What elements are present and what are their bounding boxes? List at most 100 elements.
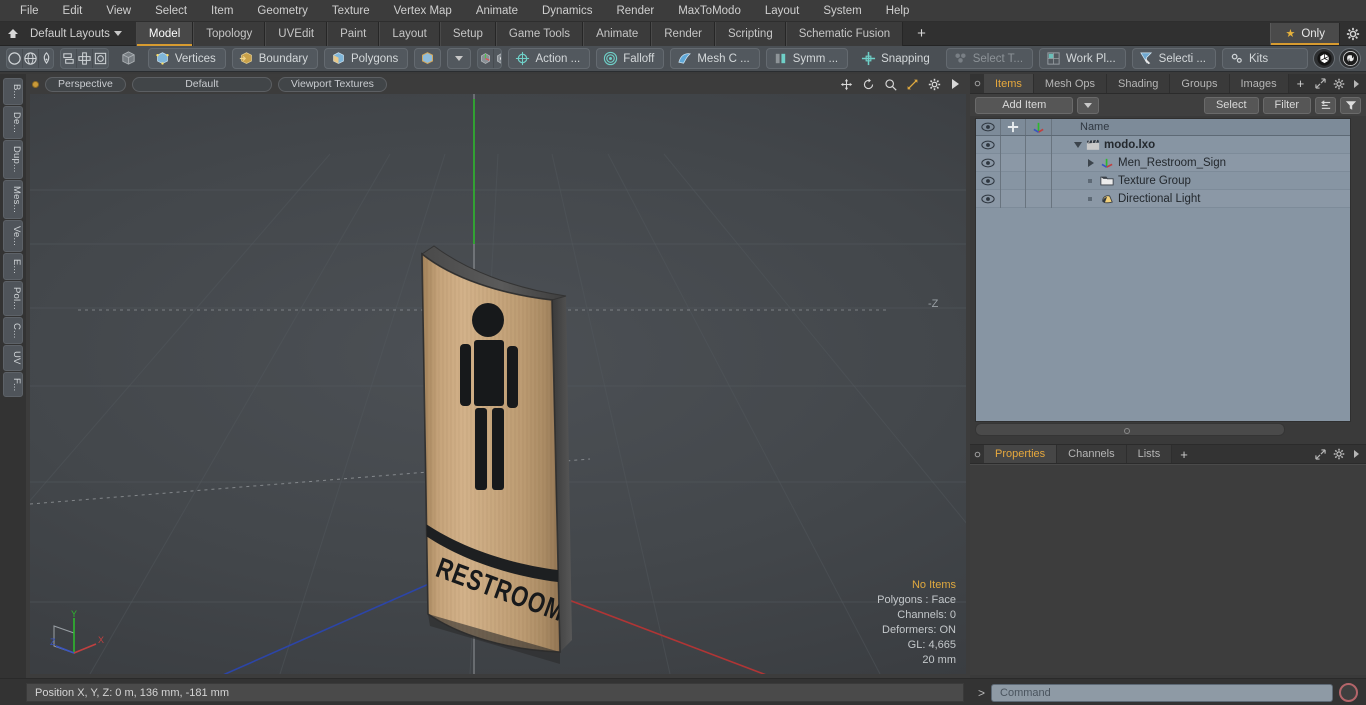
add-item-button[interactable]: Add Item bbox=[975, 96, 1074, 114]
row-visibility-toggle[interactable] bbox=[976, 189, 1001, 208]
selection-set-button[interactable]: Selecti ... bbox=[1131, 48, 1216, 69]
tab-uvedit[interactable]: UVEdit bbox=[265, 21, 328, 46]
viewport-menu-dot[interactable] bbox=[32, 80, 39, 88]
tree-item-mesh[interactable]: Men_Restroom_Sign bbox=[1052, 157, 1350, 169]
viewport-canvas[interactable]: RESTROOM -Z No Items Polygons : Face Cha… bbox=[30, 94, 966, 674]
play-arrow-icon[interactable] bbox=[950, 78, 960, 90]
menu-item-system[interactable]: System bbox=[811, 0, 873, 22]
items-add-tab-button[interactable]: + bbox=[1289, 74, 1313, 93]
tree-item-scene[interactable]: modo.lxo bbox=[1052, 139, 1350, 151]
vtab-curve[interactable]: C... bbox=[3, 316, 23, 345]
only-toggle-button[interactable]: ★ Only bbox=[1270, 22, 1340, 45]
work-plane-button[interactable]: Work Pl... bbox=[1039, 48, 1126, 69]
select-button[interactable]: Select bbox=[1203, 96, 1259, 114]
chevron-right-icon[interactable] bbox=[1352, 449, 1360, 459]
menu-item-maxtomodo[interactable]: MaxToModo bbox=[666, 0, 753, 22]
menu-item-dynamics[interactable]: Dynamics bbox=[530, 0, 604, 22]
menu-item-geometry[interactable]: Geometry bbox=[245, 0, 320, 22]
kits-button[interactable]: Kits bbox=[1222, 48, 1308, 69]
fit-icon[interactable] bbox=[906, 78, 919, 91]
home-up-icon[interactable] bbox=[0, 23, 26, 45]
expander-down-icon[interactable] bbox=[1074, 141, 1082, 148]
vtab-edge[interactable]: E... bbox=[3, 252, 23, 280]
table-row[interactable]: Directional Light bbox=[976, 189, 1350, 208]
scrollbar-grip[interactable] bbox=[1124, 428, 1130, 434]
menu-item-render[interactable]: Render bbox=[604, 0, 666, 22]
vtab-vertex[interactable]: Ve... bbox=[3, 219, 23, 252]
tab-scripting[interactable]: Scripting bbox=[714, 21, 786, 46]
vtab-basic[interactable]: B... bbox=[3, 78, 23, 106]
default-layouts-dropdown[interactable]: Default Layouts bbox=[26, 28, 130, 40]
tab-lists[interactable]: Lists bbox=[1126, 445, 1173, 463]
viewport-display-mode[interactable]: Viewport Textures bbox=[277, 76, 387, 92]
scrollbar-track[interactable] bbox=[975, 423, 1285, 436]
funnel-icon[interactable] bbox=[1340, 96, 1361, 114]
table-row[interactable]: modo.lxo bbox=[976, 135, 1350, 154]
pivot-icon[interactable] bbox=[478, 49, 495, 68]
vtab-duplicate[interactable]: Dup... bbox=[3, 140, 23, 179]
menu-item-animate[interactable]: Animate bbox=[464, 0, 530, 22]
mesh-constraint-button[interactable]: Mesh C ... bbox=[670, 48, 760, 69]
menu-item-item[interactable]: Item bbox=[199, 0, 245, 22]
tab-game-tools[interactable]: Game Tools bbox=[495, 21, 584, 46]
table-row[interactable]: Texture Group bbox=[976, 171, 1350, 190]
expander-right-icon[interactable] bbox=[1088, 158, 1094, 167]
gear-icon[interactable] bbox=[1333, 448, 1345, 460]
table-row[interactable]: Men_Restroom_Sign bbox=[976, 153, 1350, 172]
axis-gizmo[interactable]: Y X Z bbox=[44, 608, 110, 664]
tab-shading[interactable]: Shading bbox=[1107, 74, 1171, 93]
filter-button[interactable]: Filter bbox=[1262, 96, 1311, 114]
unity-icon[interactable] bbox=[1313, 48, 1335, 69]
tab-mesh-ops[interactable]: Mesh Ops bbox=[1033, 74, 1108, 93]
command-input[interactable]: Command bbox=[991, 683, 1333, 702]
tab-groups[interactable]: Groups bbox=[1170, 74, 1230, 93]
properties-panel-menu-dot[interactable] bbox=[970, 445, 984, 463]
menu-item-texture[interactable]: Texture bbox=[320, 0, 382, 22]
settings-gear-icon[interactable] bbox=[928, 78, 941, 91]
gear-icon[interactable] bbox=[1340, 22, 1366, 46]
rotate-icon[interactable] bbox=[862, 77, 875, 91]
tab-model[interactable]: Model bbox=[135, 21, 194, 46]
tab-items[interactable]: Items bbox=[984, 74, 1034, 93]
tree-item-texture-group[interactable]: Texture Group bbox=[1052, 175, 1350, 187]
center-icon[interactable] bbox=[93, 49, 107, 68]
add-item-dropdown[interactable] bbox=[1077, 96, 1100, 114]
row-visibility-toggle[interactable] bbox=[976, 135, 1001, 154]
tab-channels[interactable]: Channels bbox=[1057, 445, 1127, 463]
item-mode-button[interactable] bbox=[414, 48, 442, 69]
center-pivot-icon[interactable] bbox=[494, 49, 502, 68]
mode-polygons-button[interactable]: Polygons bbox=[323, 48, 409, 69]
tree-item-directional-light[interactable]: Directional Light bbox=[1052, 193, 1350, 205]
move-icon[interactable] bbox=[77, 49, 94, 68]
tab-setup[interactable]: Setup bbox=[439, 21, 496, 46]
gear-icon[interactable] bbox=[1333, 78, 1345, 90]
pen-icon[interactable] bbox=[39, 49, 53, 68]
vtab-deform[interactable]: De... bbox=[3, 106, 23, 140]
viewport-view-mode[interactable]: Perspective bbox=[45, 76, 126, 92]
tab-schematic-fusion[interactable]: Schematic Fusion bbox=[785, 21, 904, 46]
add-tab-button[interactable]: + bbox=[903, 22, 940, 46]
globe-icon[interactable] bbox=[23, 49, 39, 68]
menu-item-help[interactable]: Help bbox=[874, 0, 922, 22]
viewport-shading-preset[interactable]: Default bbox=[131, 76, 272, 92]
menu-item-layout[interactable]: Layout bbox=[753, 0, 812, 22]
cube-icon[interactable] bbox=[115, 48, 142, 69]
vtab-uv[interactable]: UV bbox=[3, 345, 23, 371]
expand-icon[interactable] bbox=[1315, 448, 1326, 460]
tab-topology[interactable]: Topology bbox=[193, 21, 266, 46]
vtab-fusion[interactable]: F... bbox=[3, 371, 23, 398]
item-mode-dropdown[interactable] bbox=[447, 48, 472, 69]
action-center-button[interactable]: Action ... bbox=[508, 48, 591, 69]
symmetry-button[interactable]: Symm ... bbox=[765, 48, 849, 69]
menu-item-edit[interactable]: Edit bbox=[51, 0, 95, 22]
tab-animate[interactable]: Animate bbox=[583, 21, 652, 46]
item-tree-hscrollbar[interactable] bbox=[975, 423, 1351, 436]
vtab-mesh-edit[interactable]: Mes... bbox=[3, 179, 23, 219]
circle-icon[interactable] bbox=[7, 49, 23, 68]
pan-icon[interactable] bbox=[840, 78, 853, 91]
tab-paint[interactable]: Paint bbox=[327, 21, 380, 46]
item-tree[interactable]: Name modo.lxo Men_Restroom_Sign Texture … bbox=[975, 118, 1351, 422]
menu-item-view[interactable]: View bbox=[94, 0, 143, 22]
align-icon[interactable] bbox=[61, 49, 78, 68]
falloff-button[interactable]: Falloff bbox=[596, 48, 665, 69]
